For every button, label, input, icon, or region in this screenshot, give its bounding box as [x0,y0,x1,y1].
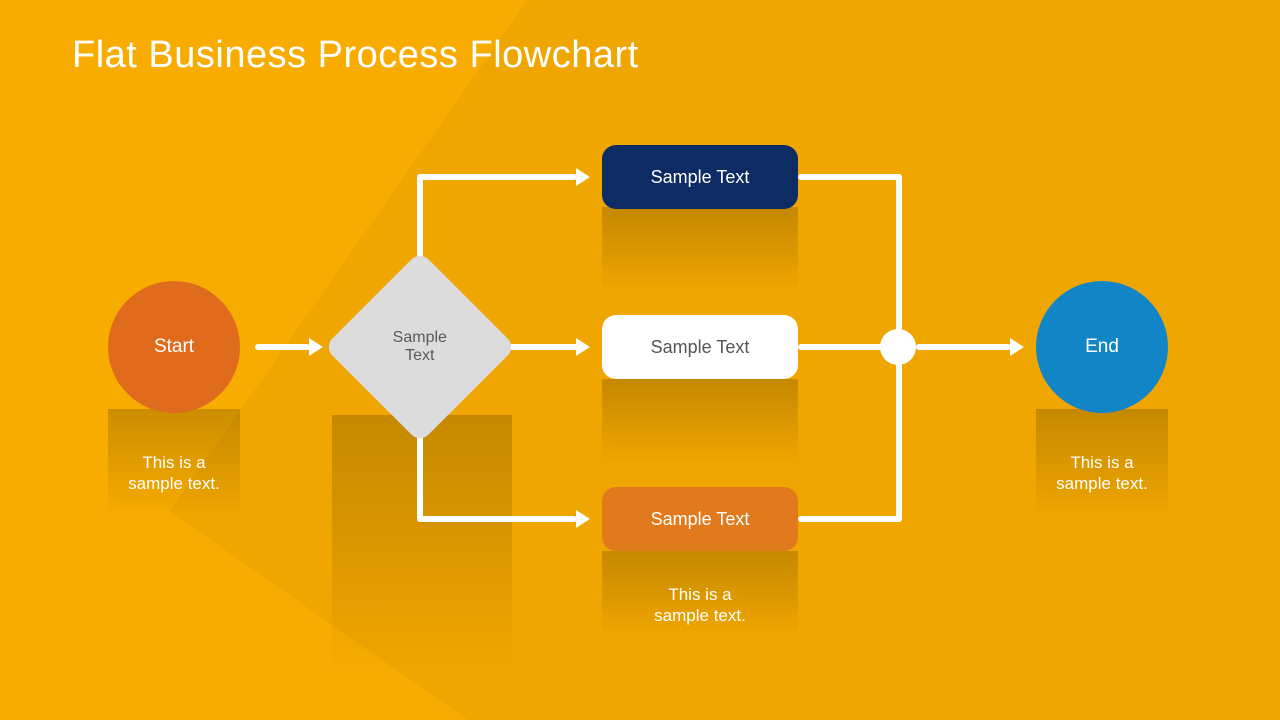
connector [255,344,310,350]
branch-bot-label: Sample Text [651,509,750,530]
end-node: End [1036,281,1168,413]
arrowhead-icon [576,338,590,356]
arrowhead-icon [309,338,323,356]
connector [417,174,577,180]
end-caption: This is asample text. [1022,452,1182,495]
connector [417,516,577,522]
end-label: End [1085,336,1119,358]
branch-top-node: Sample Text [602,145,798,209]
start-label: Start [154,336,194,358]
shadow [602,207,798,292]
arrowhead-icon [576,510,590,528]
branch-mid-label: Sample Text [651,337,750,358]
shadow [602,379,798,464]
arrowhead-icon [1010,338,1024,356]
slide-title: Flat Business Process Flowchart [72,34,639,77]
branch-mid-node: Sample Text [602,315,798,379]
branch-bot-node: Sample Text [602,487,798,551]
start-caption: This is asample text. [94,452,254,495]
start-node: Start [108,281,240,413]
connector [916,344,1011,350]
branch-caption: This is asample text. [620,584,780,627]
connector [798,174,902,180]
decision-label: SampleText [393,329,447,366]
join-node [880,329,916,365]
connector [508,344,578,350]
connector [798,516,902,522]
branch-top-label: Sample Text [651,167,750,188]
slide: Flat Business Process Flowchart Start Sa… [0,0,1280,720]
arrowhead-icon [576,168,590,186]
